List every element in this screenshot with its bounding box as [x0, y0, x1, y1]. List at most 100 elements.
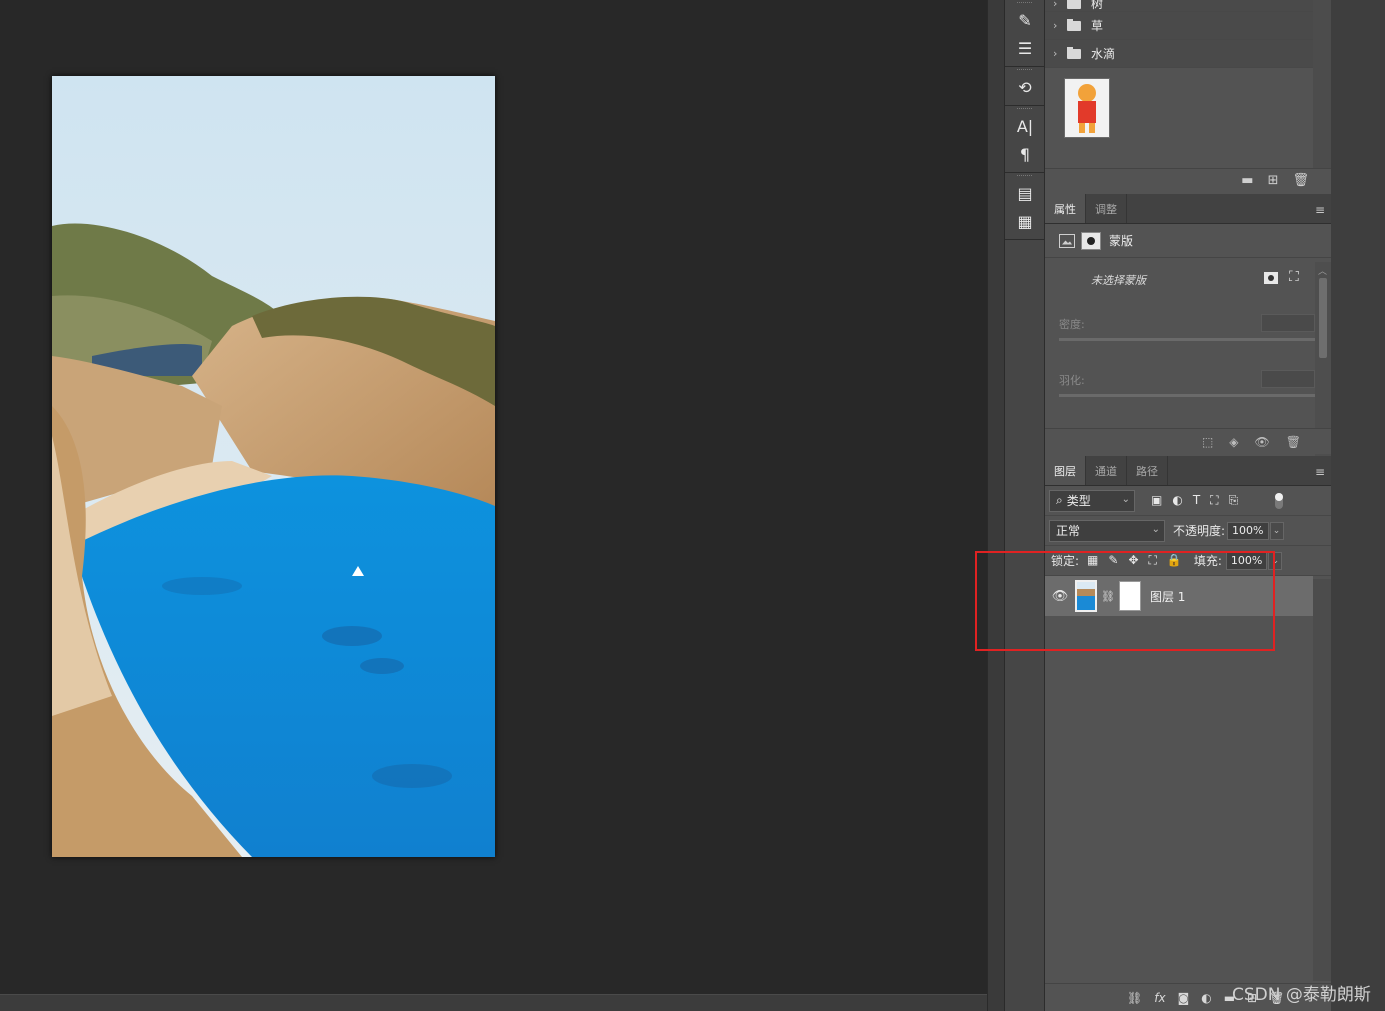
- shape-filter-icon[interactable]: ⛶: [1210, 493, 1218, 508]
- density-slider-row: 密度:: [1045, 302, 1331, 358]
- document-image[interactable]: [52, 76, 495, 857]
- right-dock: › 树 › 草 › 水滴 ▬ ⊞ 🗑 属性 调整 ≡ 蒙版 未选择蒙版 ⛶ 密度…: [1045, 0, 1331, 1011]
- dock-gutter: [1331, 0, 1385, 1011]
- density-field[interactable]: [1261, 314, 1315, 332]
- tab-properties[interactable]: 属性: [1045, 194, 1086, 223]
- filter-icons: ▣ ◐ T ⛶ ⎘: [1151, 493, 1238, 508]
- lock-all-icon[interactable]: 🔒: [1167, 553, 1182, 568]
- pixel-mask-icon[interactable]: [1059, 233, 1075, 248]
- layers-tabs: 图层 通道 路径 ≡: [1045, 456, 1331, 486]
- filter-kind-select[interactable]: ⌕ 类型 ⌄: [1049, 489, 1135, 512]
- trash-icon[interactable]: 🗑: [1286, 435, 1301, 449]
- add-mask-icon[interactable]: ◙: [1178, 991, 1190, 1005]
- history-icon[interactable]: ⟲: [1005, 73, 1045, 101]
- adjustment-filter-icon[interactable]: ◐: [1172, 493, 1182, 508]
- panel-icon-strip: ✎ ☰ ⟲ A| ¶ ▤ ▦: [1005, 0, 1045, 1011]
- filter-toggle[interactable]: [1275, 493, 1283, 509]
- tab-layers[interactable]: 图层: [1045, 456, 1086, 485]
- properties-footer: ⬚ ◈ 👁 🗑: [1045, 428, 1331, 454]
- lock-position-icon[interactable]: ✥: [1128, 553, 1138, 568]
- tab-channels[interactable]: 通道: [1086, 456, 1127, 485]
- visibility-icon[interactable]: 👁: [1255, 435, 1270, 449]
- layer-group-row[interactable]: › 草: [1045, 12, 1313, 40]
- opacity-dropdown-icon[interactable]: ⌄: [1269, 521, 1284, 540]
- panel-menu-icon[interactable]: ≡: [1315, 465, 1325, 479]
- tab-paths[interactable]: 路径: [1127, 456, 1168, 485]
- properties-icon[interactable]: ▤: [1005, 179, 1045, 207]
- layer-filter-row: ⌕ 类型 ⌄ ▣ ◐ T ⛶ ⎘: [1045, 486, 1331, 516]
- new-adjustment-icon[interactable]: ◐: [1201, 991, 1211, 1005]
- chevron-right-icon[interactable]: ›: [1053, 47, 1065, 60]
- scroll-thumb[interactable]: [1319, 278, 1327, 358]
- mask-header: 蒙版: [1045, 224, 1331, 258]
- add-pixel-mask-icon[interactable]: [1264, 272, 1278, 284]
- new-group-icon[interactable]: ▬: [1241, 173, 1253, 188]
- lock-artboard-icon[interactable]: ⛶: [1149, 553, 1157, 568]
- properties-body: 蒙版 未选择蒙版 ⛶ 密度: 羽化: ︿ ﹀: [1045, 224, 1331, 456]
- panel-menu-icon[interactable]: ≡: [1315, 203, 1325, 217]
- chevron-right-icon[interactable]: ›: [1053, 0, 1065, 10]
- layer-list-footer: ▬ ⊞ 🗑: [1045, 168, 1331, 192]
- layer-thumbnail[interactable]: [1064, 78, 1110, 138]
- lock-transparent-icon[interactable]: ▦: [1087, 553, 1098, 568]
- apply-mask-icon[interactable]: ◈: [1229, 435, 1238, 449]
- horizontal-scrollbar[interactable]: [0, 994, 987, 1011]
- layer-mask-thumbnail[interactable]: [1118, 581, 1141, 611]
- link-layers-icon[interactable]: ⛓: [1127, 991, 1142, 1005]
- feather-field[interactable]: [1261, 370, 1315, 388]
- document-canvas[interactable]: [0, 0, 987, 994]
- paragraph-icon[interactable]: ¶: [1005, 140, 1045, 168]
- layers-empty-area[interactable]: [1045, 619, 1313, 981]
- properties-scrollbar[interactable]: ︿ ﹀: [1315, 262, 1331, 456]
- layer-row[interactable]: 👁 ⛓ 图层 1: [1045, 576, 1313, 616]
- layer-group-list: › 树 › 草 › 水滴: [1045, 0, 1313, 168]
- layers-scrollbar[interactable]: [1313, 579, 1331, 981]
- load-selection-icon[interactable]: ⬚: [1202, 435, 1213, 449]
- fill-field[interactable]: 100%: [1225, 551, 1268, 570]
- folder-icon: [1067, 0, 1081, 9]
- layer-group-name: 水滴: [1091, 47, 1116, 61]
- scroll-up-icon[interactable]: ︿: [1318, 264, 1327, 277]
- tiger-thumbnail: [1078, 84, 1096, 133]
- chevron-right-icon[interactable]: ›: [1053, 19, 1065, 32]
- chevron-down-icon: ⌄: [1121, 493, 1130, 505]
- layer-mask-icon[interactable]: [1081, 231, 1101, 250]
- blend-mode-select[interactable]: 正常 ⌄: [1049, 519, 1165, 542]
- eye-icon[interactable]: 👁: [1045, 589, 1075, 604]
- lock-label: 锁定:: [1051, 554, 1080, 568]
- feather-slider-row: 羽化:: [1045, 358, 1331, 414]
- layer-thumbnail[interactable]: [1075, 580, 1097, 612]
- notes-icon[interactable]: ▦: [1005, 207, 1045, 235]
- fill-dropdown-icon[interactable]: ⌄: [1268, 551, 1283, 570]
- adjust-icon[interactable]: ☰: [1005, 34, 1045, 62]
- blend-row: 正常 ⌄ 不透明度: 100% ⌄: [1045, 516, 1331, 546]
- beach-photo: [52, 76, 495, 857]
- blend-mode-value: 正常: [1056, 524, 1081, 538]
- properties-tabs: 属性 调整 ≡: [1045, 194, 1331, 224]
- layer-group-row[interactable]: › 水滴: [1045, 40, 1313, 68]
- feather-slider[interactable]: [1059, 394, 1315, 397]
- panel-divider[interactable]: [987, 0, 1005, 1011]
- tool-group: ▤ ▦: [1005, 173, 1044, 240]
- search-icon: ⌕: [1056, 493, 1063, 507]
- properties-panel: 属性 调整 ≡ 蒙版 未选择蒙版 ⛶ 密度: 羽化: ︿ ⬚ ◈ 👁 🗑: [1045, 194, 1331, 456]
- add-vector-mask-icon[interactable]: ⛶: [1289, 269, 1299, 285]
- link-icon[interactable]: ⛓: [1101, 590, 1115, 603]
- lock-pixels-icon[interactable]: ✎: [1108, 553, 1118, 568]
- trash-icon[interactable]: 🗑: [1292, 173, 1309, 188]
- smart-object-filter-icon[interactable]: ⎘: [1229, 493, 1239, 508]
- layer-name[interactable]: 图层 1: [1150, 588, 1185, 605]
- opacity-field[interactable]: 100%: [1227, 521, 1269, 540]
- brush-preset-icon[interactable]: ✎: [1005, 6, 1045, 34]
- layer-group-row[interactable]: › 树: [1045, 0, 1313, 12]
- new-layer-icon[interactable]: ⊞: [1268, 173, 1279, 188]
- fx-icon[interactable]: fx: [1154, 991, 1165, 1005]
- layer-list-scrollbar[interactable]: [1313, 0, 1331, 168]
- type-filter-icon[interactable]: T: [1193, 493, 1200, 508]
- folder-icon: [1067, 46, 1081, 59]
- density-slider[interactable]: [1059, 338, 1315, 341]
- tab-adjustments[interactable]: 调整: [1086, 194, 1127, 223]
- opacity-label: 不透明度:: [1173, 524, 1226, 538]
- character-icon[interactable]: A|: [1005, 112, 1045, 140]
- image-filter-icon[interactable]: ▣: [1151, 493, 1162, 508]
